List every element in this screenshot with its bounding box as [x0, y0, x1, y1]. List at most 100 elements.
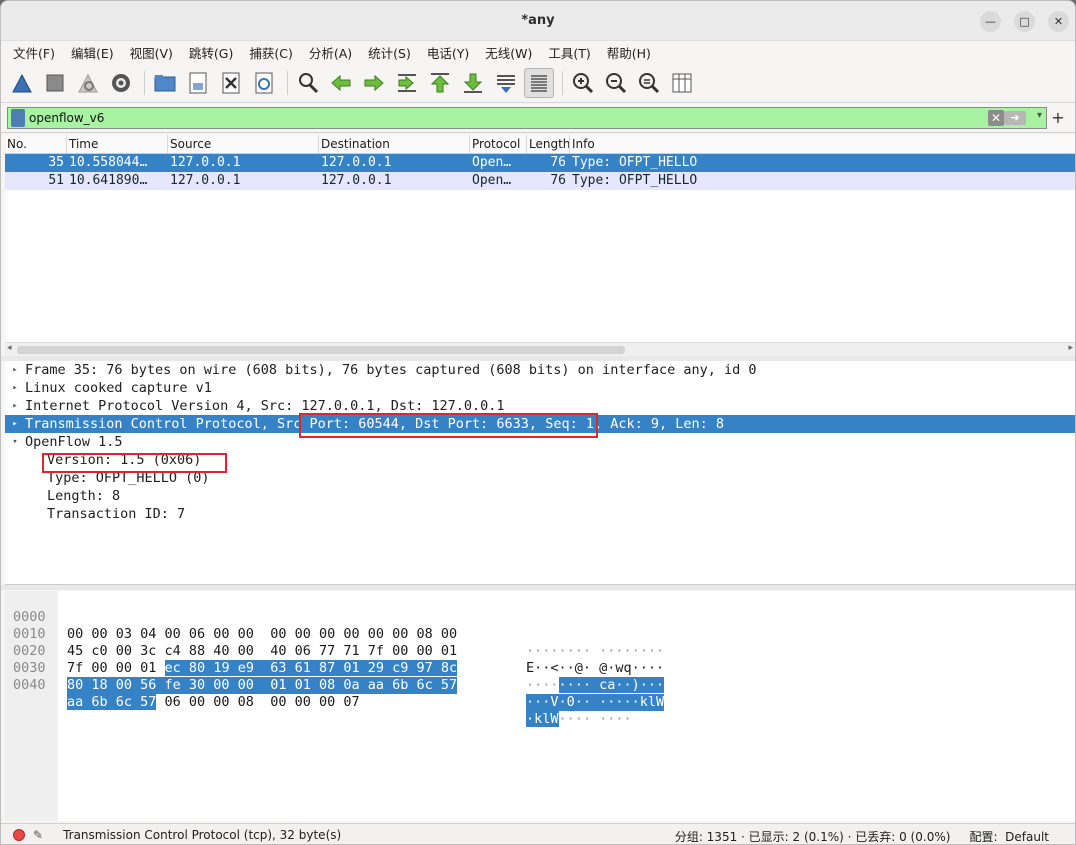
- tree-item-label: Version: 1.5 (0x06): [47, 452, 202, 468]
- col-length[interactable]: Length: [527, 135, 570, 153]
- col-time[interactable]: Time: [67, 135, 168, 153]
- zoom-reset-icon[interactable]: [634, 68, 664, 98]
- menu-edit[interactable]: 编辑(E): [63, 43, 122, 62]
- tree-item-tcp[interactable]: ▸ Transmission Control Protocol, Src Port…: [5, 415, 1075, 433]
- minimize-button[interactable]: —: [980, 11, 1001, 32]
- autoscroll-icon[interactable]: [491, 68, 521, 98]
- pane-splitter[interactable]: [1, 585, 1075, 590]
- bytes-row[interactable]: 0000 00 00 03 04 00 06 00 00 00 00 00 00…: [5, 592, 664, 659]
- zoom-out-icon[interactable]: [601, 68, 631, 98]
- close-button[interactable]: ✕: [1048, 11, 1069, 32]
- last-packet-icon[interactable]: [458, 68, 488, 98]
- bytes-row[interactable]: 0010 45 c0 00 3c c4 88 40 00 40 06 77 71…: [5, 609, 664, 676]
- scroll-right-icon[interactable]: ▸: [1068, 343, 1073, 353]
- scrollbar-thumb[interactable]: [17, 346, 625, 354]
- packet-list-scrollbar[interactable]: ◂ ▸: [5, 342, 1075, 356]
- menu-help[interactable]: 帮助(H): [599, 43, 659, 62]
- add-filter-button[interactable]: +: [1047, 108, 1069, 127]
- collapse-arrow-icon[interactable]: ▾: [5, 433, 25, 451]
- expert-info-icon[interactable]: [13, 829, 25, 841]
- comment-pencil-icon[interactable]: ✎: [33, 828, 43, 842]
- zoom-in-icon[interactable]: [568, 68, 598, 98]
- filter-text[interactable]: openflow_v6: [29, 111, 104, 125]
- menu-telephony[interactable]: 电话(Y): [419, 43, 477, 62]
- tree-item-label: Transaction ID: 7: [47, 506, 186, 522]
- restart-icon[interactable]: [73, 68, 103, 98]
- bytes-ascii-selected: ···V·0·· ·····klW: [526, 694, 665, 711]
- menu-statistics[interactable]: 统计(S): [360, 43, 419, 62]
- shark-fin-start-icon[interactable]: [7, 68, 37, 98]
- maximize-button[interactable]: □: [1014, 11, 1035, 32]
- packet-bytes-pane: 0000 00 00 03 04 00 06 00 00 00 00 00 00…: [5, 591, 1075, 821]
- menu-analyze[interactable]: 分析(A): [301, 43, 360, 62]
- packet-length: 76: [550, 173, 566, 188]
- expand-arrow-icon[interactable]: ▸: [5, 415, 25, 433]
- toolbar-separator: [562, 70, 563, 95]
- col-no[interactable]: No.: [5, 135, 67, 153]
- resize-columns-icon[interactable]: [667, 68, 697, 98]
- bookmark-icon[interactable]: [11, 108, 25, 127]
- toolbar-separator: [287, 70, 288, 95]
- options-gear-icon[interactable]: [106, 68, 136, 98]
- menu-go[interactable]: 跳转(G): [181, 43, 241, 62]
- bytes-ascii: ···· ····: [558, 711, 632, 727]
- bytes-row[interactable]: 0040 aa 6b 6c 57 06 00 00 08 00 00 00 07…: [5, 660, 632, 727]
- tree-item-frame[interactable]: ▸ Frame 35: 76 bytes on wire (608 bits), …: [5, 361, 1075, 379]
- tree-item-length[interactable]: Length: 8: [5, 487, 1075, 505]
- tree-item-type[interactable]: Type: OFPT_HELLO (0): [5, 469, 1075, 487]
- packet-list: No. Time Source Destination Protocol Len…: [5, 135, 1075, 357]
- bytes-hex-selected: aa 6b 6c 57: [67, 694, 157, 710]
- bytes-hex-selected: 80 18 00 56 fe 30 00 00 01 01 08 0a aa 6…: [67, 677, 458, 694]
- expand-arrow-icon[interactable]: ▸: [5, 379, 25, 397]
- filter-dropdown-icon[interactable]: ▾: [1037, 110, 1042, 121]
- col-source[interactable]: Source: [168, 135, 319, 153]
- display-filter-input[interactable]: openflow_v6 ✕ ➜ ▾: [7, 106, 1047, 129]
- main-toolbar: [1, 63, 1075, 103]
- open-folder-icon[interactable]: [150, 68, 180, 98]
- expand-arrow-icon[interactable]: ▸: [5, 361, 25, 379]
- menu-view[interactable]: 视图(V): [122, 43, 181, 62]
- display-filter-bar: openflow_v6 ✕ ➜ ▾ +: [1, 103, 1075, 133]
- menu-file[interactable]: 文件(F): [5, 43, 63, 62]
- menu-wireless[interactable]: 无线(W): [477, 43, 540, 62]
- go-back-icon[interactable]: [326, 68, 356, 98]
- packet-destination: 127.0.0.1: [321, 155, 392, 170]
- menu-tools[interactable]: 工具(T): [540, 43, 598, 62]
- tree-item-linux-cooked[interactable]: ▸ Linux cooked capture v1: [5, 379, 1075, 397]
- tree-item-ipv4[interactable]: ▸ Internet Protocol Version 4, Src: 127.0…: [5, 397, 1075, 415]
- stop-icon[interactable]: [40, 68, 70, 98]
- col-protocol[interactable]: Protocol: [470, 135, 527, 153]
- menu-bar: 文件(F) 编辑(E) 视图(V) 跳转(G) 捕获(C) 分析(A) 统计(S…: [1, 41, 1075, 63]
- packet-row[interactable]: 51 10.641890… 127.0.0.1 127.0.0.1 Open… …: [5, 172, 1075, 190]
- tree-item-version[interactable]: Version: 1.5 (0x06): [5, 451, 1075, 469]
- bytes-row[interactable]: 0030 80 18 00 56 fe 30 00 00 01 01 08 0a…: [5, 643, 665, 711]
- menu-capture[interactable]: 捕获(C): [241, 43, 300, 62]
- close-file-icon[interactable]: [216, 68, 246, 98]
- reload-icon[interactable]: [249, 68, 279, 98]
- colorize-icon[interactable]: [524, 67, 554, 98]
- go-forward-icon[interactable]: [359, 68, 389, 98]
- expand-arrow-icon[interactable]: ▸: [5, 397, 25, 415]
- packet-row[interactable]: 35 10.558044… 127.0.0.1 127.0.0.1 Open… …: [5, 154, 1075, 172]
- apply-filter-icon[interactable]: ➜: [1004, 110, 1026, 125]
- tree-item-openflow[interactable]: ▾ OpenFlow 1.5: [5, 433, 1075, 451]
- col-destination[interactable]: Destination: [319, 135, 470, 153]
- save-file-icon[interactable]: [183, 68, 213, 98]
- status-packet-counts[interactable]: 分组: 1351 · 已显示: 2 (0.1%) · 已丢弃: 0 (0.0%)…: [675, 828, 1049, 844]
- find-icon[interactable]: [293, 68, 323, 98]
- bytes-row[interactable]: 0020 7f 00 00 01 ec 80 19 e9 63 61 87 01…: [5, 626, 665, 693]
- packet-time: 10.558044…: [69, 155, 148, 170]
- packet-protocol: Open…: [472, 173, 512, 188]
- bytes-hex: 06 00 00 08 00 00 00 07: [156, 694, 360, 710]
- clear-filter-icon[interactable]: ✕: [988, 109, 1004, 126]
- first-packet-icon[interactable]: [425, 68, 455, 98]
- go-to-packet-icon[interactable]: [392, 68, 422, 98]
- tree-item-label: Length: 8: [47, 488, 121, 504]
- packet-time: 10.641890…: [69, 173, 148, 188]
- tree-item-transaction-id[interactable]: Transaction ID: 7: [5, 505, 1075, 523]
- bytes-ascii: E··<··@· @·wq····: [526, 660, 665, 676]
- tree-item-label: OpenFlow 1.5: [25, 434, 123, 450]
- packet-no: 51: [48, 173, 64, 188]
- scroll-left-icon[interactable]: ◂: [7, 343, 12, 353]
- col-info[interactable]: Info: [570, 135, 1075, 153]
